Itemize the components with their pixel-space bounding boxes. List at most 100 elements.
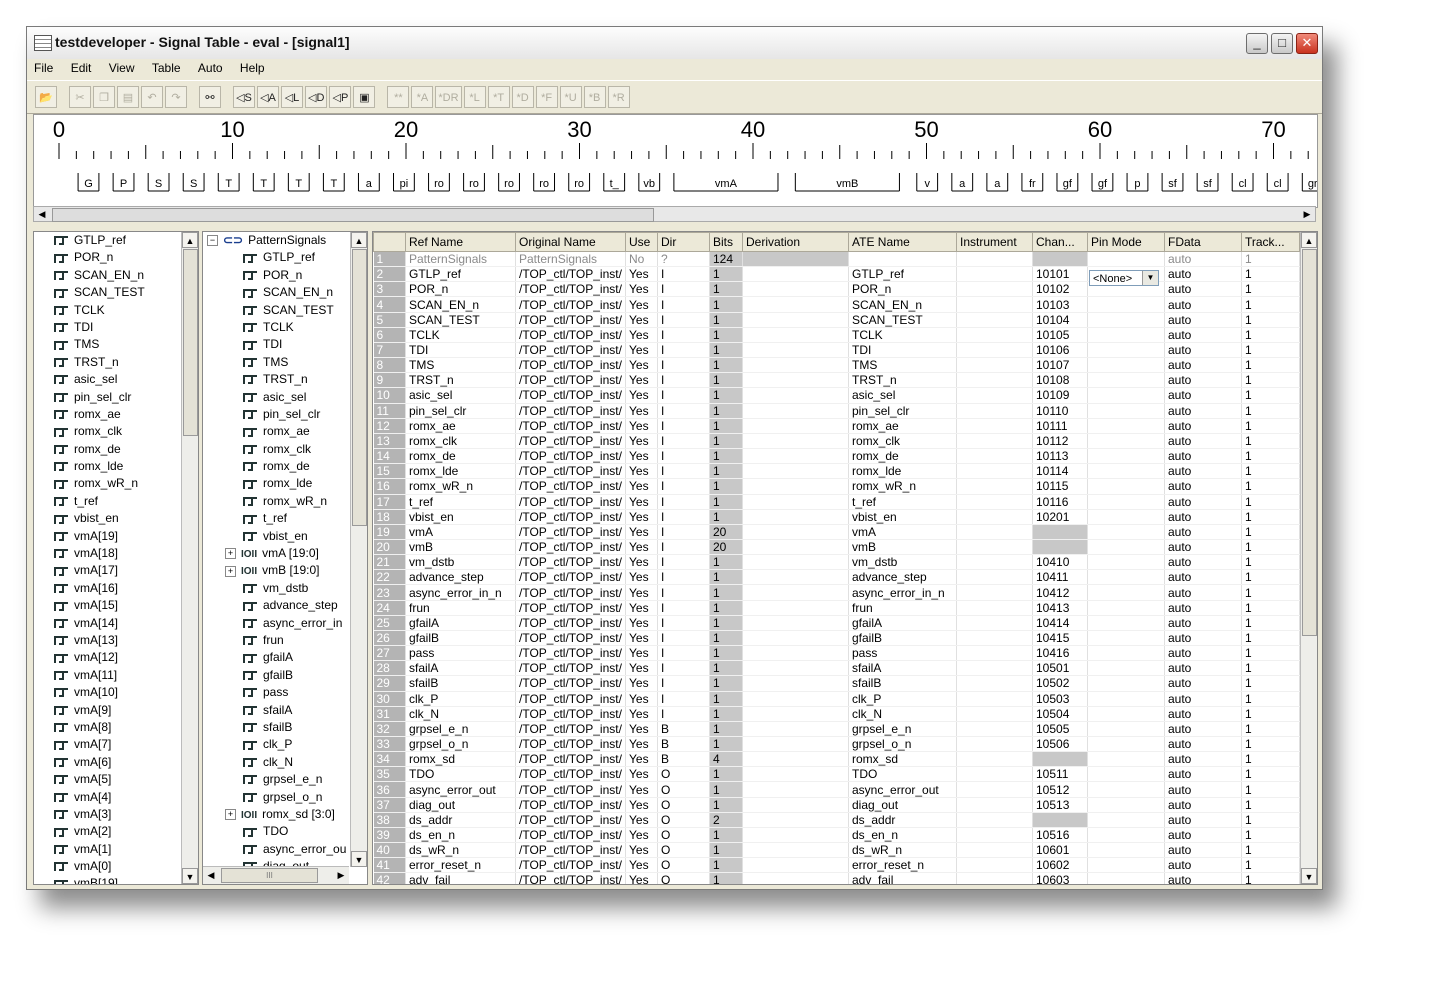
table-cell[interactable]: romx_wR_n: [405, 478, 516, 495]
table-cell[interactable]: Yes: [625, 478, 658, 495]
table-cell[interactable]: sfailA: [848, 660, 957, 677]
table-cell[interactable]: 1: [709, 387, 743, 404]
table-cell[interactable]: [742, 781, 849, 798]
signal-list-item[interactable]: vmA[10]: [34, 684, 182, 701]
tree-item[interactable]: asic_sel: [203, 389, 351, 406]
table-cell[interactable]: ds_en_n: [848, 827, 957, 844]
table-cell[interactable]: /TOP_ctl/TOP_inst/: [515, 463, 626, 480]
signal-list-item[interactable]: vmA[9]: [34, 702, 182, 719]
signal-list-item[interactable]: vmA[11]: [34, 667, 182, 684]
table-cell[interactable]: auto: [1164, 600, 1242, 616]
table-cell[interactable]: No: [625, 251, 658, 268]
table-cell[interactable]: [956, 478, 1033, 495]
table-cell[interactable]: O: [657, 812, 710, 828]
table-cell[interactable]: 1: [1241, 342, 1300, 359]
tree-item[interactable]: grpsel_o_n: [203, 789, 351, 806]
table-row[interactable]: 6 TCLK/TOP_ctl/TOP_inst/Yes I 1 TCLK 10105 aut…: [373, 327, 1300, 343]
signal-list-item[interactable]: SCAN_EN_n: [34, 267, 182, 284]
table-cell[interactable]: 1: [709, 584, 743, 601]
table-row[interactable]: 41 error_reset_n/TOP_ctl/TOP_inst/Yes O 1 er…: [373, 857, 1300, 874]
table-cell[interactable]: I: [657, 342, 710, 359]
table-cell[interactable]: [742, 524, 849, 540]
table-cell[interactable]: 10101: [1032, 266, 1088, 283]
table-cell[interactable]: [956, 630, 1033, 647]
signal-list-item[interactable]: vbist_en: [34, 510, 182, 527]
tree-item[interactable]: gfailA: [203, 649, 351, 666]
table-cell[interactable]: [1087, 736, 1165, 753]
table-cell[interactable]: ds_addr: [405, 812, 516, 828]
table-cell[interactable]: SCAN_EN_n: [405, 296, 516, 313]
tree-horizontal-scrollbar[interactable]: ◀ III ▶: [203, 866, 349, 884]
table-cell[interactable]: Yes: [625, 706, 658, 722]
table-cell[interactable]: 1: [709, 721, 743, 738]
table-cell[interactable]: grpsel_e_n: [405, 721, 516, 738]
tree-item[interactable]: GTLP_ref: [203, 249, 351, 266]
table-cell[interactable]: I: [657, 448, 710, 465]
table-cell[interactable]: Yes: [625, 766, 658, 783]
table-cell[interactable]: Yes: [625, 418, 658, 434]
table-cell[interactable]: [956, 812, 1033, 828]
table-cell[interactable]: error_reset_n: [848, 857, 957, 874]
table-row[interactable]: 22 advance_step/TOP_ctl/TOP_inst/Yes I 1 adv…: [373, 569, 1300, 586]
auto-r-button[interactable]: *R: [607, 86, 630, 108]
table-cell[interactable]: /TOP_ctl/TOP_inst/: [515, 569, 626, 586]
table-cell[interactable]: 10516: [1032, 827, 1088, 844]
table-row[interactable]: 13 romx_clk/TOP_ctl/TOP_inst/Yes I 1 romx_cl…: [373, 433, 1300, 450]
table-cell[interactable]: auto: [1164, 448, 1242, 465]
table-cell[interactable]: I: [657, 569, 710, 586]
tree-item[interactable]: gfailB: [203, 667, 351, 684]
table-cell[interactable]: 1: [709, 691, 743, 707]
table-cell[interactable]: [1087, 766, 1165, 783]
table-cell[interactable]: t_ref: [405, 494, 516, 510]
column-header[interactable]: Chan...: [1032, 232, 1088, 252]
tree-item[interactable]: TRST_n: [203, 371, 351, 388]
table-cell[interactable]: 1: [1241, 494, 1300, 510]
auto-d-button[interactable]: *D: [511, 86, 534, 108]
table-cell[interactable]: 1: [1241, 721, 1300, 738]
table-cell[interactable]: frun: [848, 600, 957, 616]
mode-signal-button[interactable]: ◁S: [233, 86, 255, 108]
table-cell[interactable]: [956, 266, 1033, 283]
table-cell[interactable]: I: [657, 645, 710, 662]
table-cell[interactable]: O: [657, 766, 710, 783]
table-cell[interactable]: [1032, 812, 1088, 828]
table-cell[interactable]: Yes: [625, 827, 658, 844]
table-row[interactable]: 32 grpsel_e_n/TOP_ctl/TOP_inst/Yes B 1 grpse…: [373, 721, 1300, 738]
table-row[interactable]: 30 clk_P/TOP_ctl/TOP_inst/Yes I 1 clk_P 10503…: [373, 691, 1300, 707]
table-cell[interactable]: 1: [709, 675, 743, 692]
table-cell[interactable]: 1: [709, 478, 743, 495]
table-cell[interactable]: TDO: [848, 766, 957, 783]
table-cell[interactable]: [956, 615, 1033, 631]
table-cell[interactable]: [742, 448, 849, 465]
table-cell[interactable]: 1: [709, 857, 743, 874]
table-cell[interactable]: pass: [405, 645, 516, 662]
table-cell[interactable]: ds_wR_n: [405, 842, 516, 859]
table-cell[interactable]: I: [657, 706, 710, 722]
table-cell[interactable]: I: [657, 266, 710, 283]
binoculars-icon[interactable]: ⚯: [199, 86, 221, 108]
table-cell[interactable]: Yes: [625, 266, 658, 283]
table-row[interactable]: 20 vmB/TOP_ctl/TOP_inst/Yes I 20 vmB auto 1: [373, 539, 1300, 556]
table-cell[interactable]: auto: [1164, 872, 1242, 884]
expand-icon[interactable]: +: [225, 565, 236, 577]
table-cell[interactable]: Yes: [625, 296, 658, 313]
table-cell[interactable]: 10512: [1032, 781, 1088, 798]
table-cell[interactable]: 10110: [1032, 403, 1088, 419]
table-cell[interactable]: [956, 418, 1033, 434]
table-cell[interactable]: [848, 251, 957, 268]
table-cell[interactable]: 1: [1241, 827, 1300, 844]
table-cell[interactable]: 10104: [1032, 312, 1088, 328]
table-cell[interactable]: sfailB: [848, 675, 957, 692]
table-cell[interactable]: [742, 812, 849, 828]
table-cell[interactable]: auto: [1164, 584, 1242, 601]
table-cell[interactable]: vmB: [405, 539, 516, 556]
table-cell[interactable]: /TOP_ctl/TOP_inst/: [515, 312, 626, 328]
tree-item[interactable]: pass: [203, 684, 351, 701]
table-row[interactable]: 31 clk_N/TOP_ctl/TOP_inst/Yes I 1 clk_N 10504…: [373, 706, 1300, 722]
table-cell[interactable]: [742, 600, 849, 616]
table-cell[interactable]: O: [657, 842, 710, 859]
table-cell[interactable]: [1087, 857, 1165, 874]
table-cell[interactable]: Yes: [625, 615, 658, 631]
table-cell[interactable]: /TOP_ctl/TOP_inst/: [515, 645, 626, 662]
table-cell[interactable]: 1: [709, 357, 743, 374]
